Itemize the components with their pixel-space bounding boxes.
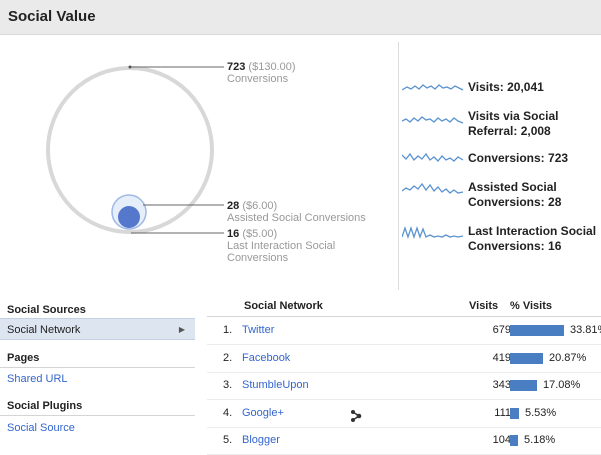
metric-last-interaction: Last Interaction Social Conversions: 16 xyxy=(402,222,601,258)
section-title: Social Value xyxy=(8,8,96,25)
table-row: 4. Google+ 111 5.53% xyxy=(207,400,601,428)
row-rank: 3. xyxy=(223,379,233,391)
sparkline-icon xyxy=(402,84,464,91)
last-interaction-value: ($5.00) xyxy=(242,228,278,240)
row-pct: 17.08% xyxy=(543,379,581,391)
row-rank: 4. xyxy=(223,407,233,419)
last-interaction-caption-line1: Last Interaction Social xyxy=(227,240,336,252)
sparkline-icon xyxy=(402,152,464,162)
table-row: 5. Blogger 104 5.18% xyxy=(207,427,601,455)
assisted-conversions-count: 28 xyxy=(227,200,240,212)
row-visits: 343 xyxy=(492,379,511,391)
sidebar-heading-pages: Pages xyxy=(0,352,195,368)
vertical-divider xyxy=(398,42,399,290)
network-link[interactable]: Facebook xyxy=(242,345,290,372)
column-header-visits[interactable]: Visits xyxy=(469,300,498,317)
visits-share-bar xyxy=(510,325,564,336)
sidebar-item-label: Social Source xyxy=(7,422,75,434)
network-link[interactable]: Blogger xyxy=(242,427,280,454)
row-rank: 5. xyxy=(223,434,233,446)
sparkline-icon xyxy=(402,182,464,194)
share-icon-graphic xyxy=(351,410,362,422)
metric-conversions-text: Conversions: 723 xyxy=(468,151,569,165)
visits-share-bar xyxy=(510,380,537,391)
metric-social-referral: Visits via Social Referral: 2,008 xyxy=(402,107,601,143)
row-rank: 1. xyxy=(223,324,233,336)
table-row: 3. StumbleUpon 343 17.08% xyxy=(207,372,601,400)
network-link[interactable]: Google+ xyxy=(242,400,284,427)
last-interaction-bubble xyxy=(118,206,140,228)
assisted-conversions-caption: Assisted Social Conversions xyxy=(227,212,366,224)
conversion-bubbles: 723 ($130.00) Conversions 28 ($6.00) Ass… xyxy=(0,36,390,286)
section-header: Social Value xyxy=(0,0,601,35)
total-conversions-label: 723 ($130.00) Conversions xyxy=(227,61,296,85)
last-interaction-count: 16 xyxy=(227,228,240,240)
row-visits: 111 xyxy=(494,407,511,419)
metric-assisted-social: Assisted Social Conversions: 28 xyxy=(402,178,601,214)
visits-share-bar xyxy=(510,353,543,364)
row-pct: 33.81% xyxy=(570,324,601,336)
sidebar-item-label: Shared URL xyxy=(7,373,68,385)
metric-last-interaction-line2: Conversions: 16 xyxy=(468,239,562,253)
metric-visits-text: Visits: 20,041 xyxy=(468,80,544,94)
network-link[interactable]: Twitter xyxy=(242,317,274,344)
sidebar-item-social-network[interactable]: Social Network ▶ xyxy=(0,318,195,340)
row-rank: 2. xyxy=(223,352,233,364)
chevron-right-icon: ▶ xyxy=(178,325,185,334)
network-link[interactable]: StumbleUpon xyxy=(242,372,309,399)
sparkline-icon xyxy=(402,225,464,239)
total-conversions-caption: Conversions xyxy=(227,73,289,85)
metric-assisted-social-line1: Assisted Social xyxy=(468,180,557,194)
row-visits: 419 xyxy=(492,352,511,364)
metric-social-referral-line2: Referral: 2,008 xyxy=(468,124,551,138)
metric-last-interaction-line1: Last Interaction Social xyxy=(468,224,597,238)
metric-assisted-social-line2: Conversions: 28 xyxy=(468,195,562,209)
sidebar-heading-plugins: Social Plugins xyxy=(0,400,195,416)
row-pct: 20.87% xyxy=(549,352,587,364)
visits-share-bar xyxy=(510,435,518,446)
total-conversions-value: ($130.00) xyxy=(248,61,296,73)
sparkline-icon xyxy=(402,116,464,124)
table-row: 2. Facebook 419 20.87% xyxy=(207,345,601,373)
assisted-conversions-value: ($6.00) xyxy=(242,200,278,212)
sidebar-item-label: Social Network xyxy=(7,324,81,336)
row-pct: 5.18% xyxy=(524,434,556,446)
column-header-pct-visits[interactable]: % Visits xyxy=(510,300,552,317)
assisted-conversions-label: 28 ($6.00) Assisted Social Conversions xyxy=(227,200,366,224)
row-visits: 104 xyxy=(492,434,511,446)
row-pct: 5.53% xyxy=(525,407,557,419)
visits-share-bar xyxy=(510,408,519,419)
last-interaction-caption-line2: Conversions xyxy=(227,252,289,264)
column-header-network[interactable]: Social Network xyxy=(244,300,323,317)
total-conversions-count: 723 xyxy=(227,61,246,73)
last-interaction-label: 16 ($5.00) Last Interaction Social Conve… xyxy=(227,228,335,264)
sidebar-item-social-source[interactable]: Social Source xyxy=(0,417,195,439)
sidebar-item-shared-url[interactable]: Shared URL xyxy=(0,368,195,390)
row-visits: 679 xyxy=(492,324,511,336)
table-row: 1. Twitter 679 33.81% xyxy=(207,317,601,345)
metric-social-referral-line1: Visits via Social xyxy=(468,109,559,123)
